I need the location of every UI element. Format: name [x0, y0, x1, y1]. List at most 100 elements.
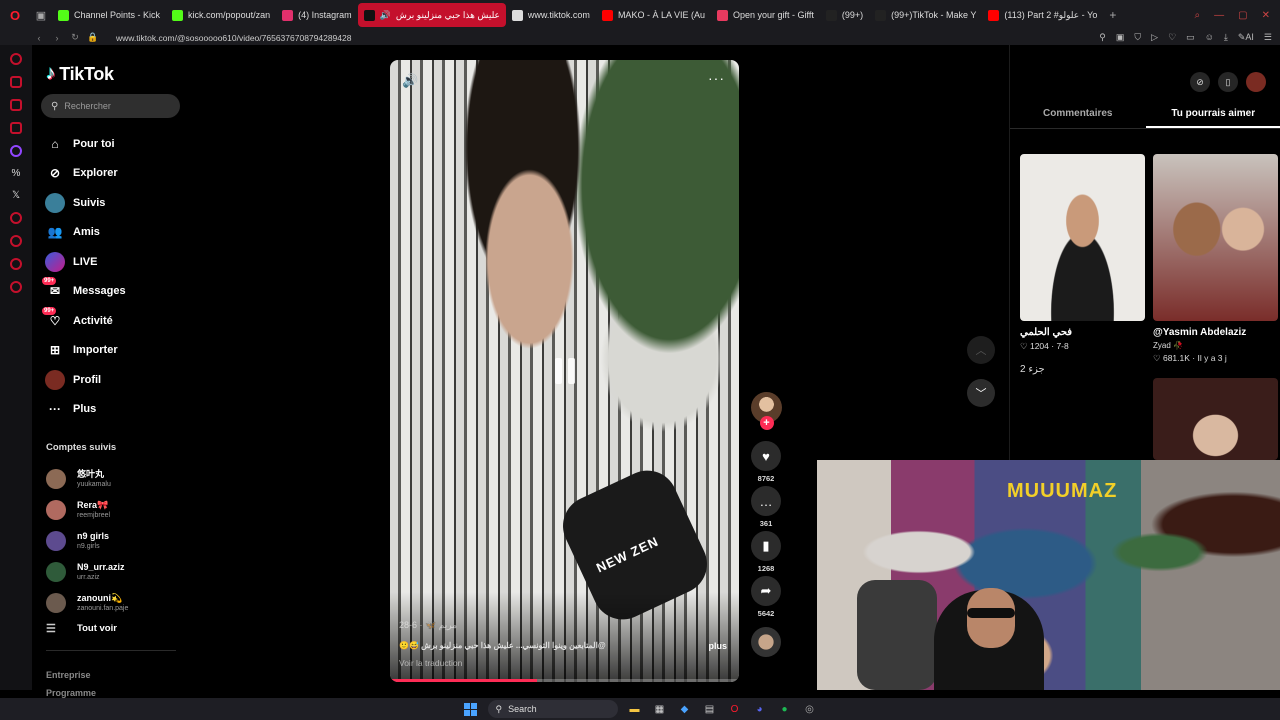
account-icon[interactable]: ☺	[1205, 32, 1214, 43]
speaker-icon[interactable]: 🔊	[380, 10, 391, 21]
see-translation-link[interactable]: Voir la traduction	[399, 658, 462, 668]
pin-icon[interactable]: ⚲	[1099, 32, 1106, 43]
ai-icon[interactable]: ✎AI	[1238, 32, 1254, 43]
tab-overview-icon[interactable]: ▣	[30, 0, 52, 30]
heart-icon[interactable]: ♡	[1168, 32, 1176, 43]
video-player[interactable]: NEW ZEN 🔊 ··· مريم 🦋 · 6-28 @المتابعين و…	[390, 60, 739, 682]
like-icon[interactable]: ♥	[751, 441, 781, 471]
nav-item-friends[interactable]: 👥 Amis	[45, 218, 185, 248]
reload-icon[interactable]: ↻	[66, 32, 84, 43]
creator-avatar[interactable]: +	[750, 392, 782, 430]
following-account[interactable]: zanouni💫 zanouni.fan.paje	[46, 587, 186, 618]
tab-you-may-like[interactable]: Tu pourrais aimer	[1145, 105, 1280, 128]
comment-icon[interactable]: …	[751, 486, 781, 516]
taskbar-search[interactable]: ⚲ Search	[487, 700, 618, 718]
search-tabs-icon[interactable]: ⌕	[1195, 10, 1201, 21]
music-disc-icon[interactable]	[751, 627, 781, 657]
aria-icon[interactable]	[10, 53, 22, 65]
nav-item-for-you[interactable]: ⌂ Pour toi	[45, 129, 185, 159]
volume-icon[interactable]: 🔊	[402, 73, 418, 89]
twitch-icon[interactable]	[10, 145, 22, 157]
nav-item-more[interactable]: ··· Plus	[45, 395, 185, 425]
discord-icon[interactable]: ◕	[752, 701, 768, 717]
settings-icon[interactable]	[10, 281, 22, 293]
messenger-icon[interactable]	[10, 99, 22, 111]
suggested-author[interactable]: فحي الحلمي	[1020, 327, 1145, 338]
video-thumbnail[interactable]	[1153, 378, 1278, 460]
browser-tab[interactable]: (99+)TikTok - Make Y	[869, 3, 982, 27]
spotify-icon[interactable]: ●	[777, 701, 793, 717]
video-thumbnail[interactable]	[1153, 154, 1278, 321]
player-icon[interactable]	[10, 212, 22, 224]
user-avatar[interactable]	[1246, 72, 1266, 92]
nav-item-following[interactable]: Suivis	[45, 188, 185, 218]
following-account[interactable]: N9_urr.aziz urr.aziz	[46, 556, 186, 587]
menu-icon[interactable]: ☰	[1264, 32, 1272, 43]
suggested-video[interactable]: @Yasmin Abdelaziz Zyad 🥀 ♡ 681.1K · Il y…	[1153, 154, 1278, 364]
search-input[interactable]: ⚲ Rechercher	[41, 94, 180, 118]
snapshot-icon[interactable]: ▣	[1116, 32, 1125, 43]
browser-tab[interactable]: www.tiktok.com	[506, 3, 596, 27]
copilot-icon[interactable]: ◆	[677, 701, 693, 717]
nav-item-upload[interactable]: ⊞ Importer	[45, 336, 185, 366]
tiktok-logo[interactable]: ♪ TikTok	[46, 63, 114, 85]
nav-item-live[interactable]: LIVE	[45, 247, 185, 277]
bookmark-icon[interactable]: ▮	[751, 531, 781, 561]
nav-item-activity[interactable]: ♡ 99+ Activité	[42, 306, 185, 336]
download-icon[interactable]: ⤓	[1224, 32, 1228, 43]
browser-tab[interactable]: (4) Instagram	[276, 3, 358, 27]
play-icon[interactable]: ▷	[1151, 32, 1158, 43]
browser-tab-active[interactable]: 🔊 عليش هذا حبي منزلينو برش	[357, 3, 506, 27]
file-explorer-icon[interactable]: ▬	[627, 701, 643, 717]
new-tab-icon[interactable]: +	[1103, 8, 1122, 22]
more-options-icon[interactable]: ···	[708, 70, 725, 86]
video-thumbnail[interactable]	[1020, 154, 1145, 321]
suggested-author[interactable]: @Yasmin Abdelaziz	[1153, 327, 1278, 338]
whatsapp-icon[interactable]	[10, 122, 22, 134]
downloads-icon[interactable]	[10, 258, 22, 270]
browser-tab[interactable]: (99+)	[820, 3, 869, 27]
browser-tab[interactable]: Open your gift - Gifft	[711, 3, 820, 27]
forward-icon[interactable]: ›	[48, 33, 66, 43]
back-icon[interactable]: ‹	[30, 33, 48, 43]
workspace-icon[interactable]	[10, 76, 22, 88]
percent-icon[interactable]: %	[12, 168, 21, 179]
video-thumbnail[interactable]	[1020, 423, 1145, 460]
device-icon[interactable]: ▯	[1218, 72, 1238, 92]
browser-tab[interactable]: Channel Points - Kick	[52, 3, 166, 27]
video-author[interactable]: مريم 🦋 · 6-28	[399, 620, 457, 631]
pause-icon[interactable]	[552, 358, 578, 384]
suggested-video[interactable]: فحي الحلمي ♡ 1204 · 7-8 جزء 2	[1020, 154, 1145, 375]
nav-item-explore[interactable]: ⊘ Explorer	[45, 159, 185, 189]
footer-link-business[interactable]: Entreprise	[46, 666, 96, 684]
history-icon[interactable]	[10, 235, 22, 247]
minimize-icon[interactable]: —	[1214, 10, 1224, 21]
calculator-icon[interactable]: ▤	[702, 701, 718, 717]
opera-gx-icon[interactable]: O	[727, 701, 743, 717]
store-icon[interactable]: ▦	[652, 701, 668, 717]
close-icon[interactable]: ✕	[1262, 10, 1270, 21]
maximize-icon[interactable]: ▢	[1238, 10, 1247, 21]
coins-icon[interactable]: ⊘	[1190, 72, 1210, 92]
caption-more-link[interactable]: plus	[708, 641, 727, 651]
shield-icon[interactable]: ⛉	[1134, 32, 1141, 43]
following-account[interactable]: 悠叶丸 yuukamalu	[46, 463, 186, 494]
steam-icon[interactable]: ◎	[802, 701, 818, 717]
browser-tab[interactable]: kick.com/popout/zan	[166, 3, 276, 27]
chevron-down-icon[interactable]: ﹀	[967, 379, 995, 407]
see-all-button[interactable]: ☰ Tout voir	[46, 622, 117, 635]
x-twitter-icon[interactable]: 𝕏	[12, 190, 20, 201]
following-account[interactable]: Rera🎀 reemjbreel	[46, 494, 186, 525]
nav-item-messages[interactable]: ✉ 99+ Messages	[42, 277, 185, 307]
nav-item-profile[interactable]: Profil	[45, 365, 185, 395]
chevron-up-icon[interactable]: ︿	[967, 336, 995, 364]
video-progress-bar[interactable]	[390, 679, 739, 682]
share-icon[interactable]: ➦	[751, 576, 781, 606]
tab-comments[interactable]: Commentaires	[1010, 105, 1146, 128]
opera-logo-icon[interactable]: O	[0, 0, 30, 30]
browser-tab[interactable]: (113) Part 2 #علولو - Yo	[982, 3, 1103, 27]
wallet-icon[interactable]: ▭	[1186, 32, 1195, 43]
url-field[interactable]: www.tiktok.com/@sosooooo610/video/765637…	[116, 33, 351, 43]
following-account[interactable]: n9 girls n9.girls	[46, 525, 186, 556]
follow-plus-icon[interactable]: +	[759, 416, 774, 430]
